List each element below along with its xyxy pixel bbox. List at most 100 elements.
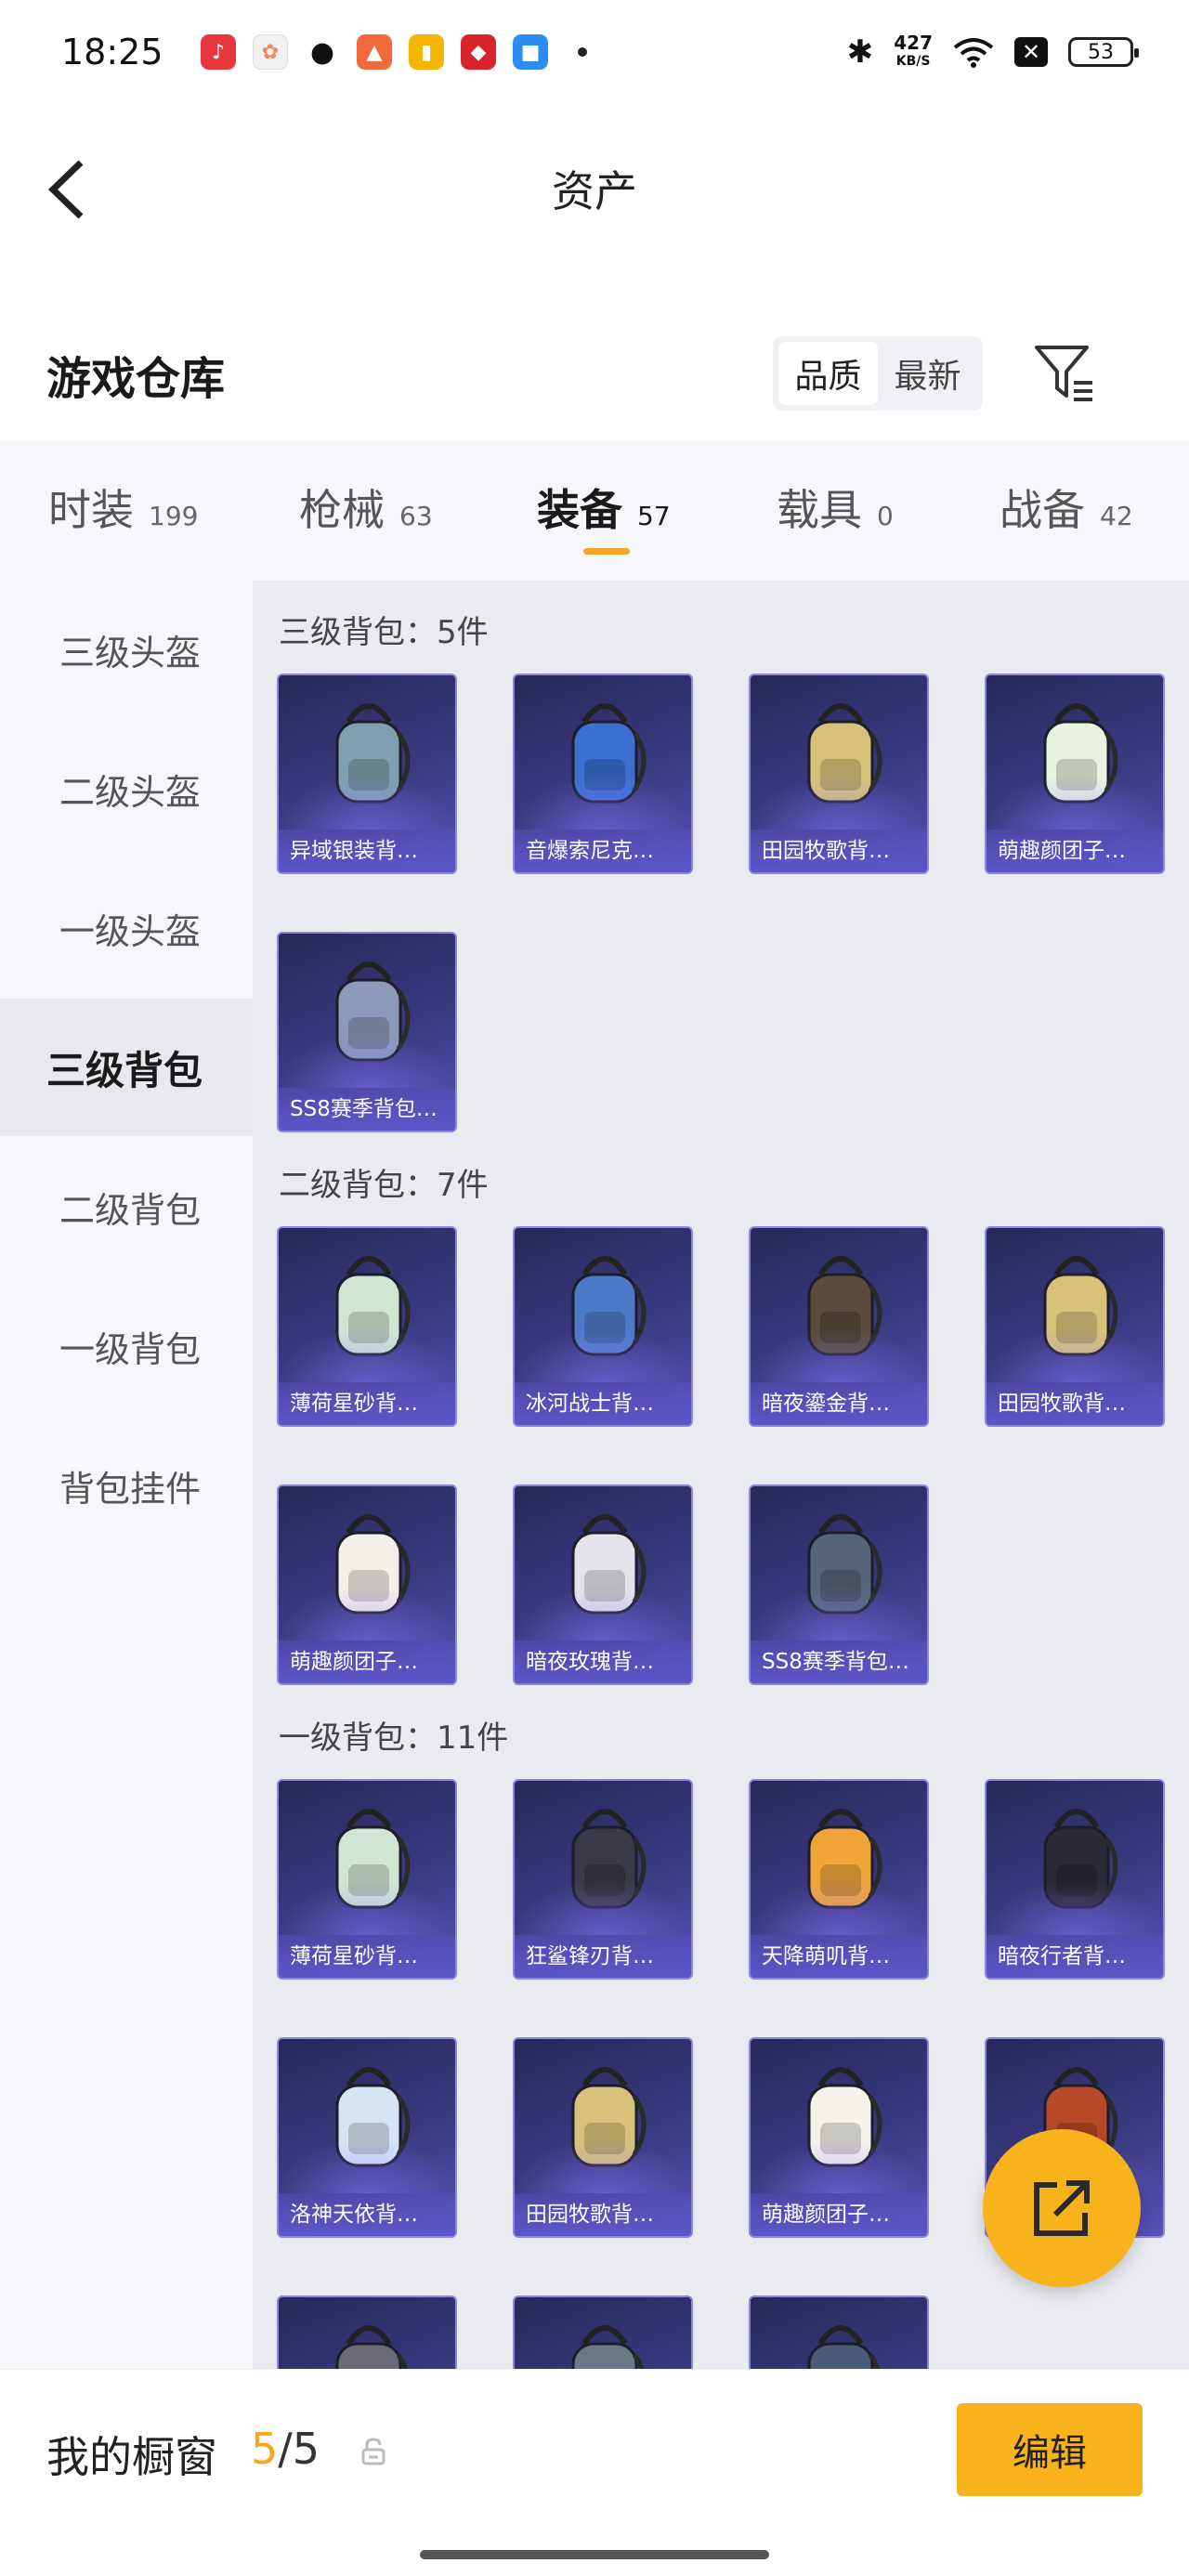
card-glow bbox=[751, 1327, 927, 1382]
item-card[interactable]: 异域银装背… bbox=[277, 673, 457, 874]
warehouse-header: 游戏仓库 品质 最新 bbox=[0, 316, 1189, 432]
card-glow bbox=[279, 1585, 455, 1641]
tab-count: 199 bbox=[149, 501, 199, 531]
showcase-bar: 我的橱窗 5/5 编辑 bbox=[0, 2369, 1189, 2576]
item-card[interactable]: 田园牧歌背… bbox=[749, 673, 929, 874]
tab-count: 42 bbox=[1100, 501, 1133, 531]
item-name: 薄荷星砂背… bbox=[279, 1382, 455, 1425]
card-glow bbox=[751, 1879, 927, 1935]
card-glow bbox=[986, 1327, 1163, 1382]
card-glow bbox=[515, 1585, 691, 1641]
header: 资产 bbox=[0, 104, 1189, 262]
item-card[interactable]: 薄荷星砂背… bbox=[277, 1779, 457, 1980]
filter-button[interactable] bbox=[1033, 342, 1096, 405]
item-card[interactable] bbox=[749, 2295, 929, 2369]
active-tab-indicator bbox=[583, 548, 630, 555]
wechat-icon: ● bbox=[305, 34, 340, 70]
item-card[interactable]: SS8赛季背包… bbox=[277, 932, 457, 1132]
item-card[interactable]: 洛神天依背… bbox=[277, 2037, 457, 2238]
sidebar-item-backpack-3[interactable]: 三级背包 bbox=[0, 999, 253, 1136]
showcase-max: 5 bbox=[292, 2424, 320, 2474]
item-card[interactable] bbox=[277, 2295, 457, 2369]
edit-button[interactable]: 编辑 bbox=[957, 2403, 1143, 2496]
tab-label: 战备 bbox=[1000, 485, 1085, 535]
item-name: 暗夜鎏金背… bbox=[751, 1382, 927, 1425]
showcase-label: 我的橱窗 bbox=[46, 2432, 217, 2482]
item-card[interactable]: 天降萌叽背… bbox=[749, 1779, 929, 1980]
showcase-current: 5 bbox=[251, 2424, 279, 2474]
bluetooth-icon: ✱ bbox=[846, 33, 874, 71]
sidebar-item-backpack-pendant[interactable]: 背包挂件 bbox=[0, 1417, 253, 1554]
card-glow bbox=[279, 1879, 455, 1935]
item-name: 薄荷星砂背… bbox=[279, 1935, 455, 1978]
item-card[interactable]: 暗夜玫瑰背… bbox=[513, 1484, 693, 1685]
item-card[interactable]: 薄荷星砂背… bbox=[277, 1226, 457, 1427]
files-app-icon: ■ bbox=[513, 34, 548, 70]
item-card[interactable]: 萌趣颜团子… bbox=[277, 1484, 457, 1685]
backpack-thumbnail-icon bbox=[515, 2297, 691, 2369]
network-speed: 427 KB/S bbox=[894, 32, 933, 69]
sidebar-item-helmet-3[interactable]: 三级头盔 bbox=[0, 581, 253, 718]
tab-vehicles[interactable]: 载具 0 bbox=[777, 477, 894, 538]
card-glow bbox=[515, 2138, 691, 2193]
tab-weapons[interactable]: 枪械 63 bbox=[299, 477, 433, 538]
item-card[interactable] bbox=[513, 2295, 693, 2369]
card-glow bbox=[986, 1879, 1163, 1935]
sidebar-item-backpack-2[interactable]: 二级背包 bbox=[0, 1138, 253, 1275]
tab-label: 时装 bbox=[48, 485, 134, 535]
item-card[interactable]: 冰河战士背… bbox=[513, 1226, 693, 1427]
showcase-count: 5/5 bbox=[251, 2424, 320, 2474]
tab-supplies[interactable]: 战备 42 bbox=[1000, 477, 1133, 538]
item-card[interactable]: 萌趣颜团子… bbox=[985, 673, 1165, 874]
sort-latest-button[interactable]: 最新 bbox=[878, 342, 977, 405]
tab-equipment[interactable]: 装备 57 bbox=[537, 477, 671, 538]
item-card[interactable]: 田园牧歌背… bbox=[513, 2037, 693, 2238]
sidebar: 三级头盔 二级头盔 一级头盔 三级背包 二级背包 一级背包 背包挂件 bbox=[0, 581, 253, 2369]
music-app-icon: ♪ bbox=[201, 34, 236, 70]
card-glow bbox=[751, 1585, 927, 1641]
card-glow bbox=[515, 774, 691, 830]
sidebar-item-backpack-1[interactable]: 一级背包 bbox=[0, 1277, 253, 1415]
status-time: 18:25 bbox=[61, 32, 163, 72]
notification-icons: ♪ ✿ ● ▲ ▮ ◆ ■ bbox=[201, 34, 587, 70]
item-name: SS8赛季背包… bbox=[279, 1088, 455, 1131]
item-card[interactable]: 萌趣颜团子… bbox=[749, 2037, 929, 2238]
item-name: 音爆索尼克… bbox=[515, 830, 691, 872]
item-card[interactable]: 音爆索尼克… bbox=[513, 673, 693, 874]
card-glow bbox=[986, 774, 1163, 830]
sort-quality-button[interactable]: 品质 bbox=[778, 342, 878, 405]
tab-count: 57 bbox=[637, 501, 671, 531]
item-name: SS8赛季背包… bbox=[751, 1641, 927, 1683]
tab-label: 载具 bbox=[777, 485, 862, 535]
tab-fashion[interactable]: 时装 199 bbox=[48, 477, 198, 538]
item-name: 萌趣颜团子… bbox=[279, 1641, 455, 1683]
sort-toggle: 品质 最新 bbox=[773, 336, 983, 411]
filter-icon bbox=[1035, 346, 1092, 401]
no-sim-icon: ✕ bbox=[1014, 37, 1048, 67]
sidebar-item-helmet-2[interactable]: 二级头盔 bbox=[0, 720, 253, 857]
item-name: 天降萌叽背… bbox=[751, 1935, 927, 1978]
card-glow bbox=[279, 2138, 455, 2193]
tab-label: 枪械 bbox=[299, 485, 385, 535]
item-grid: 三级背包：5件 二级背包：7件 一级背包：11件 异域银装背… 音爆索尼克… 田园牧… bbox=[253, 581, 1189, 2369]
item-name: 暗夜行者背… bbox=[986, 1935, 1163, 1978]
page-title: 资产 bbox=[552, 166, 637, 216]
home-indicator[interactable] bbox=[420, 2550, 769, 2559]
item-card[interactable]: SS8赛季背包… bbox=[749, 1484, 929, 1685]
game-app-icon: ▲ bbox=[357, 34, 392, 70]
item-card[interactable]: 暗夜鎏金背… bbox=[749, 1226, 929, 1427]
backpack-thumbnail-icon bbox=[751, 2297, 927, 2369]
item-card[interactable]: 田园牧歌背… bbox=[985, 1226, 1165, 1427]
warehouse-title: 游戏仓库 bbox=[46, 353, 226, 405]
sidebar-item-helmet-1[interactable]: 一级头盔 bbox=[0, 859, 253, 997]
section-title: 三级背包：5件 bbox=[279, 614, 489, 651]
item-card[interactable]: 狂鲨锋刃背… bbox=[513, 1779, 693, 1980]
item-name: 狂鲨锋刃背… bbox=[515, 1935, 691, 1978]
item-card[interactable]: 暗夜行者背… bbox=[985, 1779, 1165, 1980]
section-title: 二级背包：7件 bbox=[279, 1167, 489, 1204]
share-button[interactable] bbox=[983, 2129, 1141, 2287]
section-title: 一级背包：11件 bbox=[279, 1720, 509, 1757]
lock-icon bbox=[361, 2438, 385, 2465]
item-name: 洛神天依背… bbox=[279, 2193, 455, 2236]
item-name: 暗夜玫瑰背… bbox=[515, 1641, 691, 1683]
